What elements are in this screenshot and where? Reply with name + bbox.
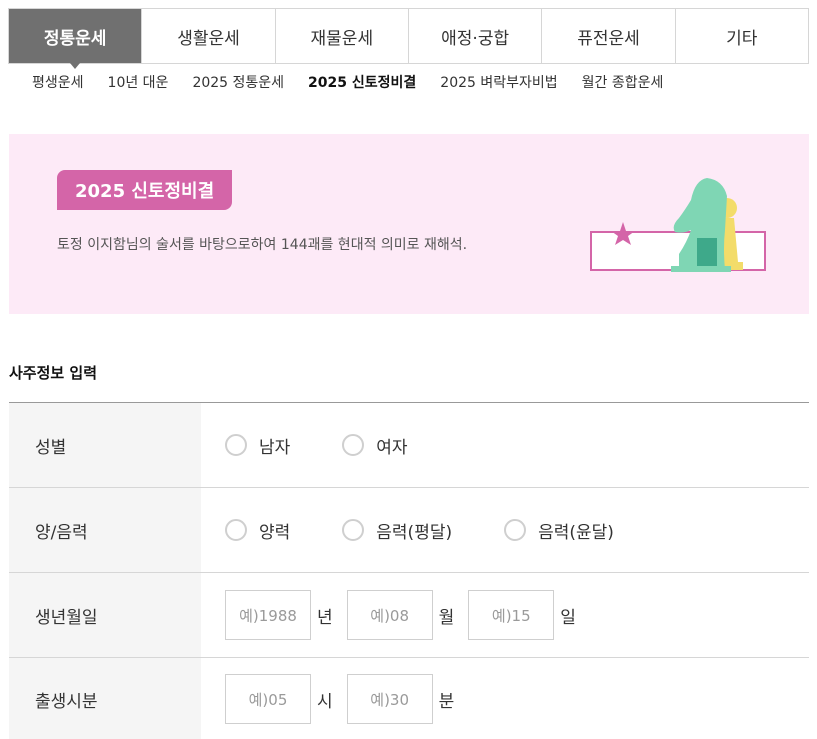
gender-row: 성별 남자 여자 [9, 403, 809, 488]
banner-description: 토정 이지함님의 술서를 바탕으로하여 144괘를 현대적 의미로 재해석. [57, 237, 468, 253]
radio-lunar-leap-circle[interactable] [504, 519, 527, 541]
birth-month-input[interactable]: 예)08 [346, 590, 433, 640]
section-title: 사주정보 입력 [9, 364, 98, 382]
tab-etc[interactable]: 기타 [674, 9, 808, 63]
birth-hour-input[interactable]: 예)05 [225, 674, 311, 724]
radio-lunar-leap-label: 음력(윤달) [538, 522, 614, 543]
tab-fusion[interactable]: 퓨전운세 [541, 9, 674, 63]
hour-unit: 시 [317, 691, 333, 712]
birthdate-row: 생년월일 예)1988 년 예)08 월 예)15 일 [9, 573, 809, 658]
subnav-2025-jeongtong[interactable]: 2025 정통운세 [192, 72, 284, 92]
calendar-row: 양/음력 양력 음력(평달) 음력(윤달) [9, 488, 809, 573]
radio-lunar-normal[interactable]: 음력(평달) [342, 518, 452, 543]
radio-solar-label: 양력 [259, 522, 291, 543]
tab-jaemul[interactable]: 재물운세 [274, 9, 408, 63]
birthdate-label: 생년월일 [9, 573, 201, 657]
calendar-label: 양/음력 [9, 488, 201, 572]
birth-year-input[interactable]: 예)1988 [225, 590, 311, 640]
chess-illustration-icon [590, 178, 766, 272]
subnav-2025-byeorak[interactable]: 2025 벼락부자비법 [440, 72, 557, 92]
sub-navigation: 평생운세 10년 대운 2025 정통운세 2025 신토정비결 2025 벼락… [32, 72, 663, 92]
radio-female-circle[interactable] [342, 434, 365, 456]
radio-male-label: 남자 [259, 437, 291, 458]
main-tabs: 정통운세 생활운세 재물운세 애정·궁합 퓨전운세 기타 [8, 8, 809, 64]
gender-label: 성별 [9, 403, 201, 487]
radio-lunar-normal-label: 음력(평달) [376, 522, 453, 543]
subnav-2025-shintojeong[interactable]: 2025 신토정비결 [308, 72, 416, 92]
radio-solar[interactable]: 양력 [225, 518, 290, 543]
birth-day-input[interactable]: 예)15 [468, 590, 555, 640]
day-unit: 일 [560, 607, 576, 628]
birthtime-label: 출생시분 [9, 658, 201, 739]
birth-minute-input[interactable]: 예)30 [346, 674, 433, 724]
tab-saenghwal[interactable]: 생활운세 [141, 9, 274, 63]
radio-female[interactable]: 여자 [342, 433, 408, 458]
radio-lunar-leap[interactable]: 음력(윤달) [504, 518, 614, 543]
subnav-monthly[interactable]: 월간 종합운세 [582, 72, 664, 92]
saju-info-form: 성별 남자 여자 양/음력 양력 음력(평달) 음력(윤달) 생년월일 예)19… [9, 402, 809, 739]
radio-lunar-normal-circle[interactable] [342, 519, 365, 541]
hero-banner: 2025 신토정비결 토정 이지함님의 술서를 바탕으로하여 144괘를 현대적… [9, 134, 809, 314]
month-unit: 월 [438, 607, 455, 628]
subnav-10year[interactable]: 10년 대운 [108, 72, 169, 92]
year-unit: 년 [317, 607, 333, 628]
tab-jeongtong[interactable]: 정통운세 [9, 9, 142, 63]
minute-unit: 분 [438, 691, 455, 712]
radio-female-label: 여자 [376, 437, 408, 458]
radio-solar-circle[interactable] [225, 519, 247, 541]
banner-title-badge: 2025 신토정비결 [57, 170, 233, 210]
birthtime-row: 출생시분 예)05 시 예)30 분 [9, 658, 809, 739]
radio-male[interactable]: 남자 [225, 433, 290, 458]
subnav-lifetime[interactable]: 평생운세 [32, 72, 84, 92]
radio-male-circle[interactable] [225, 434, 247, 456]
tab-aejeong-gunghap[interactable]: 애정·궁합 [407, 9, 541, 63]
